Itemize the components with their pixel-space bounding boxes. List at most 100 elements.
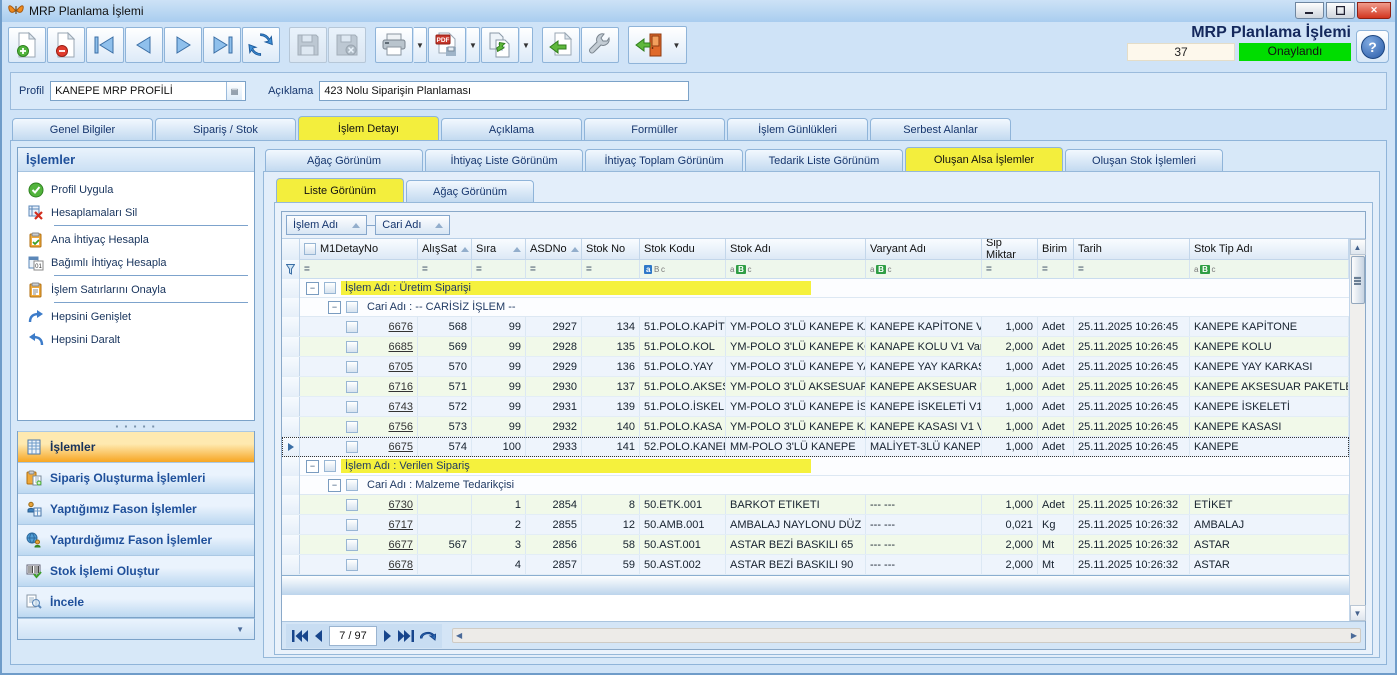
pager-prev-button[interactable] <box>314 630 323 642</box>
accordion-item[interactable]: Yaptığımız Fason İşlemler <box>18 493 254 524</box>
first-record-button[interactable] <box>86 27 124 63</box>
collapse-group-button[interactable]: − <box>306 282 319 295</box>
sidebar-splitter[interactable]: ▪ ▪ ▪ ▪ ▪ <box>17 421 255 431</box>
profile-lookup-icon[interactable]: ▤ <box>226 82 242 100</box>
revert-button[interactable] <box>542 27 580 63</box>
action-item[interactable]: İşlem Satırlarını Onayla <box>24 278 250 301</box>
detail-link[interactable]: 6685 <box>389 341 413 353</box>
filter-cell[interactable]: a B c <box>866 260 982 279</box>
filter-cell[interactable]: = <box>982 260 1038 279</box>
table-row[interactable]: 671657199293013751.POLO.AKSESUAYM-POLO 3… <box>282 377 1349 397</box>
row-checkbox[interactable] <box>346 539 358 551</box>
row-checkbox[interactable] <box>346 421 358 433</box>
group-row[interactable]: −İşlem Adı : Üretim Siparişi <box>282 279 1349 298</box>
description-input[interactable]: 423 Nolu Siparişin Planlaması <box>319 81 689 101</box>
filter-cell[interactable]: = <box>582 260 640 279</box>
delete-record-button[interactable] <box>47 27 85 63</box>
filter-cell[interactable]: a B c <box>1190 260 1349 279</box>
view-tab-6[interactable]: Oluşan Stok İşlemleri <box>1065 149 1223 171</box>
exit-button[interactable] <box>631 27 669 63</box>
group-by-1[interactable]: İşlem Adı <box>286 215 367 235</box>
exit-dropdown[interactable]: ▼ <box>670 27 683 63</box>
column-header[interactable]: Varyant Adı <box>866 239 982 260</box>
detail-link[interactable]: 6705 <box>389 361 413 373</box>
detail-link[interactable]: 6675 <box>389 441 413 453</box>
last-record-button[interactable] <box>203 27 241 63</box>
pager-next-button[interactable] <box>383 630 392 642</box>
column-header[interactable]: AlışSat <box>418 239 472 260</box>
refresh-button[interactable] <box>242 27 280 63</box>
print-dropdown[interactable]: ▼ <box>414 27 427 63</box>
accordion-item[interactable]: Stok İşlemi Oluştur <box>18 555 254 586</box>
column-header[interactable]: Birim <box>1038 239 1074 260</box>
pager-last-button[interactable] <box>398 630 414 642</box>
row-checkbox[interactable] <box>346 499 358 511</box>
action-item[interactable]: Profil Uygula <box>24 178 250 201</box>
table-row[interactable]: 670557099292913651.POLO.YAYYM-POLO 3'LÜ … <box>282 357 1349 377</box>
tab-1[interactable]: Genel Bilgiler <box>12 118 153 140</box>
collapse-group-button[interactable]: − <box>328 301 341 314</box>
profile-input[interactable]: KANEPE MRP PROFİLİ <box>50 81 246 101</box>
action-item[interactable]: 01Bağımlı İhtiyaç Hesapla <box>24 251 250 274</box>
collapse-group-button[interactable]: − <box>306 460 319 473</box>
filter-cell[interactable]: = <box>526 260 582 279</box>
restore-button[interactable] <box>1326 2 1355 19</box>
minimize-button[interactable] <box>1295 2 1324 19</box>
export-pdf-dropdown[interactable]: ▼ <box>467 27 480 63</box>
view-tab-1[interactable]: Ağaç Görünüm <box>265 149 423 171</box>
scroll-down-icon[interactable]: ▼ <box>1350 605 1366 621</box>
accordion-overflow[interactable]: ▼ <box>17 618 255 640</box>
row-checkbox[interactable] <box>346 519 358 531</box>
next-record-button[interactable] <box>164 27 202 63</box>
table-row[interactable]: 6677567328565850.AST.001ASTAR BEZİ BASKI… <box>282 535 1349 555</box>
subview-tab-2[interactable]: Ağaç Görünüm <box>406 180 534 202</box>
row-checkbox[interactable] <box>346 361 358 373</box>
row-checkbox[interactable] <box>324 282 336 294</box>
detail-link[interactable]: 6678 <box>389 559 413 571</box>
row-checkbox[interactable] <box>346 381 358 393</box>
row-checkbox[interactable] <box>324 460 336 472</box>
view-tab-4[interactable]: Tedarik Liste Görünüm <box>745 149 903 171</box>
accordion-item[interactable]: İncele <box>18 586 254 617</box>
column-header[interactable]: Stok Adı <box>726 239 866 260</box>
tab-6[interactable]: İşlem Günlükleri <box>727 118 868 140</box>
row-checkbox[interactable] <box>346 441 358 453</box>
close-button[interactable]: ✕ <box>1357 2 1391 19</box>
filter-cell[interactable]: = <box>418 260 472 279</box>
column-header[interactable]: Tarih <box>1074 239 1190 260</box>
detail-link[interactable]: 6730 <box>389 499 413 511</box>
subgroup-row[interactable]: −Cari Adı : Malzeme Tedarikçisi <box>282 476 1349 495</box>
tab-4[interactable]: Açıklama <box>441 118 582 140</box>
table-row[interactable]: 6675574100293314152.POLO.KANEPEMM-POLO 3… <box>282 437 1349 457</box>
accordion-item[interactable]: İşlemler <box>18 431 254 462</box>
copy-dropdown[interactable]: ▼ <box>520 27 533 63</box>
subgroup-row[interactable]: −Cari Adı : -- CARİSİZ İŞLEM -- <box>282 298 1349 317</box>
table-row[interactable]: 6678428575950.AST.002ASTAR BEZİ BASKILI … <box>282 555 1349 575</box>
copy-button[interactable] <box>481 27 519 63</box>
subview-tab-1[interactable]: Liste Görünüm <box>276 178 404 202</box>
pager-refresh-button[interactable] <box>420 629 436 642</box>
detail-link[interactable]: 6756 <box>389 421 413 433</box>
row-checkbox[interactable] <box>346 341 358 353</box>
column-header[interactable]: Stok Kodu <box>640 239 726 260</box>
table-row[interactable]: 674357299293113951.POLO.İSKELETYM-POLO 3… <box>282 397 1349 417</box>
detail-link[interactable]: 6716 <box>389 381 413 393</box>
row-checkbox[interactable] <box>346 401 358 413</box>
scroll-left-icon[interactable]: ◀ <box>456 631 462 640</box>
column-header[interactable]: Sıra <box>472 239 526 260</box>
column-header[interactable]: M1DetayNo <box>300 239 418 260</box>
table-row[interactable]: 675657399293214051.POLO.KASAYM-POLO 3'LÜ… <box>282 417 1349 437</box>
accordion-item[interactable]: Sipariş Oluşturma İşlemleri <box>18 462 254 493</box>
horizontal-scrollbar[interactable]: ◀ ▶ <box>452 628 1361 643</box>
view-tab-3[interactable]: İhtiyaç Toplam Görünüm <box>585 149 743 171</box>
help-button[interactable]: ? <box>1356 30 1389 63</box>
filter-cell[interactable]: = <box>300 260 418 279</box>
accordion-item[interactable]: Yaptırdığımız Fason İşlemler <box>18 524 254 555</box>
action-item[interactable]: Hepsini Daralt <box>24 328 250 351</box>
table-row[interactable]: 6717228551250.AMB.001AMBALAJ NAYLONU DÜZ… <box>282 515 1349 535</box>
detail-link[interactable]: 6743 <box>389 401 413 413</box>
scroll-right-icon[interactable]: ▶ <box>1351 631 1357 640</box>
tab-2[interactable]: Sipariş / Stok <box>155 118 296 140</box>
filter-cell[interactable]: = <box>1038 260 1074 279</box>
row-checkbox[interactable] <box>346 559 358 571</box>
